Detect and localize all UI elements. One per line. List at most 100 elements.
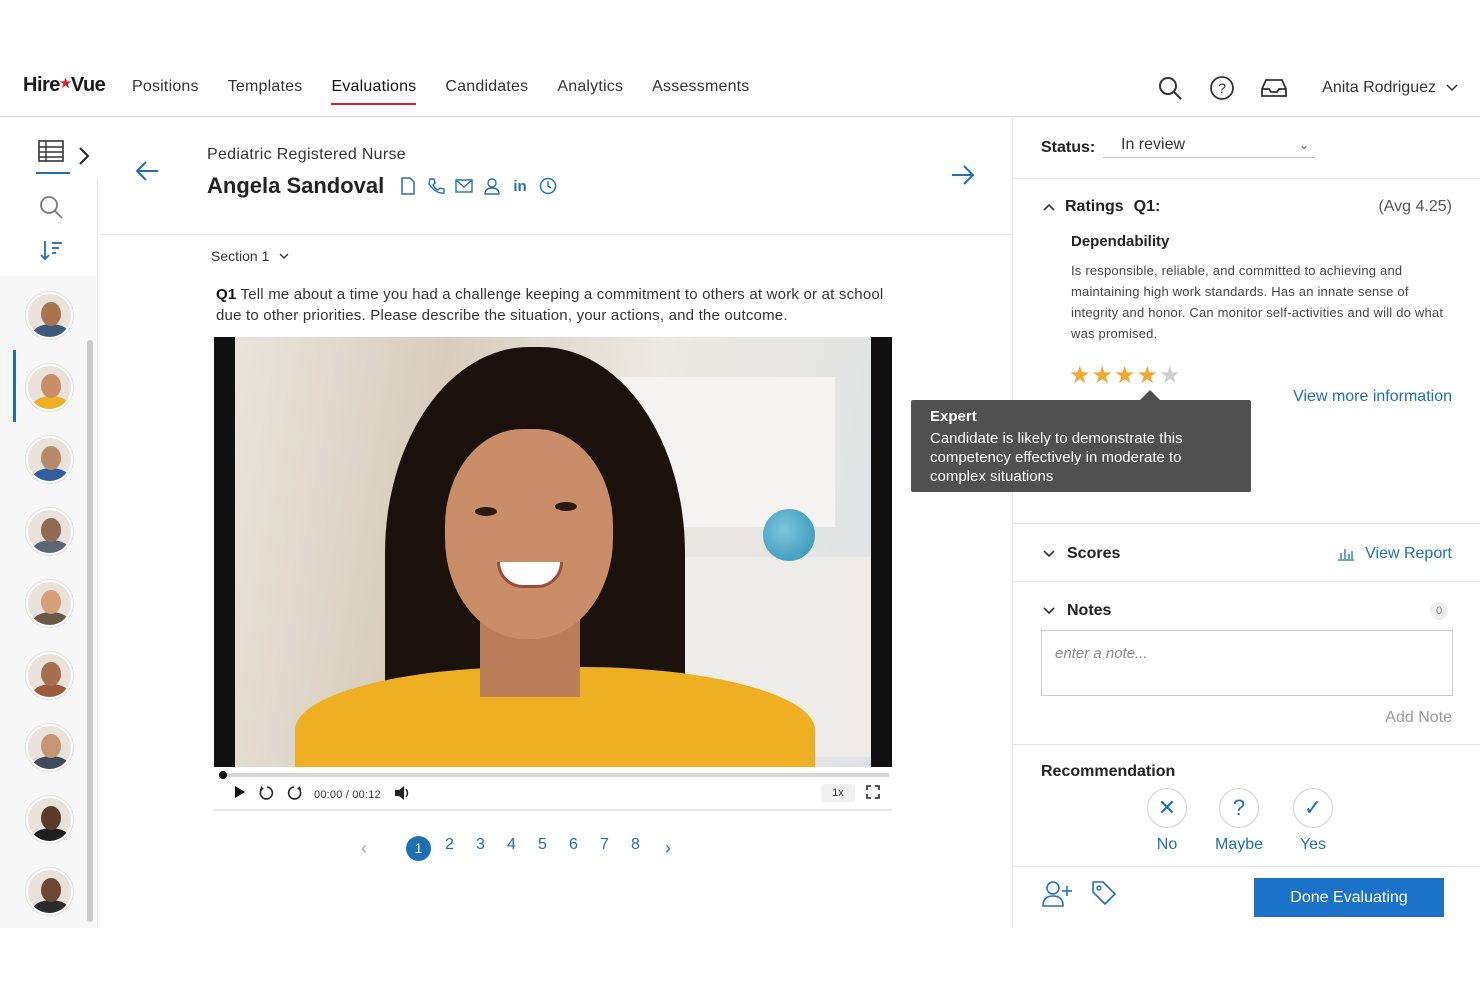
star-filled-icon[interactable]: ★ xyxy=(1114,361,1136,390)
candidate-avatar[interactable] xyxy=(26,868,73,915)
video-timecode: 00:00 / 00:12 xyxy=(314,789,381,801)
divider xyxy=(1013,744,1480,745)
candidate-avatar[interactable] xyxy=(26,508,73,555)
status-select[interactable]: In review ⌄ xyxy=(1103,136,1315,158)
rewind-icon[interactable] xyxy=(259,785,275,804)
linkedin-icon[interactable]: in xyxy=(510,176,530,196)
add-note-button[interactable]: Add Note xyxy=(1385,709,1452,727)
phone-icon[interactable] xyxy=(426,176,446,196)
avatar-face xyxy=(41,590,61,614)
candidate-avatar[interactable] xyxy=(26,724,73,771)
inbox-icon[interactable] xyxy=(1260,74,1288,102)
candidate-avatar[interactable] xyxy=(26,436,73,483)
person-eye xyxy=(555,502,577,511)
done-evaluating-button[interactable]: Done Evaluating xyxy=(1254,878,1444,917)
help-icon[interactable]: ? xyxy=(1208,74,1236,102)
profile-icon[interactable] xyxy=(482,176,502,196)
chevron-down-icon xyxy=(279,253,289,259)
candidate-avatar[interactable] xyxy=(26,796,73,843)
selected-indicator xyxy=(13,350,16,422)
grid-view-icon[interactable] xyxy=(38,140,64,167)
candidate-avatar[interactable] xyxy=(26,364,73,411)
candidate-avatar[interactable] xyxy=(26,580,73,627)
pager-page[interactable]: 6 xyxy=(558,836,589,861)
pager-page[interactable]: 5 xyxy=(527,836,558,861)
video-progress-bar[interactable] xyxy=(221,773,889,777)
header-divider xyxy=(99,234,1012,235)
view-report-link[interactable]: View Report xyxy=(1337,545,1452,563)
pager-next[interactable]: › xyxy=(651,838,685,859)
note-input[interactable]: enter a note... xyxy=(1041,630,1453,696)
nav-templates[interactable]: Templates xyxy=(228,78,303,105)
fullscreen-icon[interactable] xyxy=(866,785,880,802)
recommend-yes-button[interactable]: ✓ Yes xyxy=(1278,788,1348,854)
scores-header[interactable]: Scores xyxy=(1043,545,1120,563)
rail-scrollbar[interactable] xyxy=(87,340,93,922)
candidate-avatar[interactable] xyxy=(26,652,73,699)
recommend-maybe-label: Maybe xyxy=(1214,836,1264,853)
search-icon[interactable] xyxy=(38,194,64,225)
notes-header[interactable]: Notes xyxy=(1043,602,1111,620)
add-user-icon[interactable] xyxy=(1041,880,1073,913)
hirevue-logo[interactable]: Hire★Vue xyxy=(23,74,106,97)
view-more-link[interactable]: View more information xyxy=(1293,388,1452,406)
pager-page[interactable]: 4 xyxy=(496,836,527,861)
pager-page[interactable]: 2 xyxy=(434,836,465,861)
volume-icon[interactable] xyxy=(394,785,412,804)
nav-right: ? Anita Rodriguez xyxy=(1156,74,1458,102)
search-icon[interactable] xyxy=(1156,74,1184,102)
play-icon[interactable] xyxy=(234,785,246,802)
star-filled-icon[interactable]: ★ xyxy=(1137,361,1159,390)
nav-assessments[interactable]: Assessments xyxy=(652,78,749,105)
ratings-header[interactable]: Ratings Q1: xyxy=(1043,198,1160,216)
playback-speed[interactable]: 1x xyxy=(821,784,855,802)
back-arrow-icon[interactable] xyxy=(135,160,159,187)
avatar-face xyxy=(41,878,61,902)
video-controls: 00:00 / 00:12 1x xyxy=(214,767,892,811)
globe xyxy=(763,509,815,561)
user-menu[interactable]: Anita Rodriguez xyxy=(1322,79,1458,97)
candidate-name: Angela Sandoval xyxy=(207,173,385,198)
star-empty-icon[interactable]: ★ xyxy=(1159,361,1181,390)
history-icon[interactable] xyxy=(538,176,558,196)
sort-icon[interactable] xyxy=(40,238,64,267)
nav-evaluations[interactable]: Evaluations xyxy=(331,78,417,105)
email-icon[interactable] xyxy=(454,176,474,196)
chevron-right-icon[interactable] xyxy=(78,146,90,171)
pager-page[interactable]: 8 xyxy=(620,836,651,861)
avatar-shoulders xyxy=(32,396,70,409)
candidate-actions: in xyxy=(398,176,558,196)
pager-page[interactable]: 1 xyxy=(403,836,434,861)
position-title: Pediatric Registered Nurse xyxy=(207,146,406,163)
document-icon[interactable] xyxy=(398,176,418,196)
nav-candidates[interactable]: Candidates xyxy=(445,78,528,105)
chevron-down-icon xyxy=(1043,550,1055,558)
avatar-face xyxy=(41,806,61,830)
pager-page[interactable]: 7 xyxy=(589,836,620,861)
replay-icon[interactable] xyxy=(286,785,302,804)
nav-analytics[interactable]: Analytics xyxy=(557,78,623,105)
ratings-label: Ratings xyxy=(1065,198,1124,215)
section-dropdown[interactable]: Section 1 xyxy=(211,248,289,264)
pager-page[interactable]: 3 xyxy=(465,836,496,861)
question-icon: ? xyxy=(1219,788,1259,828)
recommend-maybe-button[interactable]: ? Maybe xyxy=(1204,788,1274,854)
star-filled-icon[interactable]: ★ xyxy=(1092,361,1114,390)
forward-arrow-icon[interactable] xyxy=(951,164,975,191)
person-face xyxy=(445,429,613,639)
close-icon: ✕ xyxy=(1147,788,1187,828)
question-number: Q1 xyxy=(216,286,237,303)
avatar-shoulders xyxy=(32,828,70,841)
tag-icon[interactable] xyxy=(1091,880,1117,911)
pager-prev[interactable]: ‹ xyxy=(347,838,381,859)
avatar-shoulders xyxy=(32,612,70,625)
svg-text:?: ? xyxy=(1218,80,1226,96)
video-player[interactable] xyxy=(214,337,892,767)
nav-positions[interactable]: Positions xyxy=(132,78,199,105)
star-filled-icon[interactable]: ★ xyxy=(1069,361,1091,390)
recommend-no-button[interactable]: ✕ No xyxy=(1132,788,1202,854)
star-rating: ★ ★ ★ ★ ★ xyxy=(1069,361,1181,390)
candidate-avatar[interactable] xyxy=(26,292,73,339)
video-scrubber[interactable] xyxy=(219,771,227,779)
pager-page-label: 6 xyxy=(569,836,578,853)
